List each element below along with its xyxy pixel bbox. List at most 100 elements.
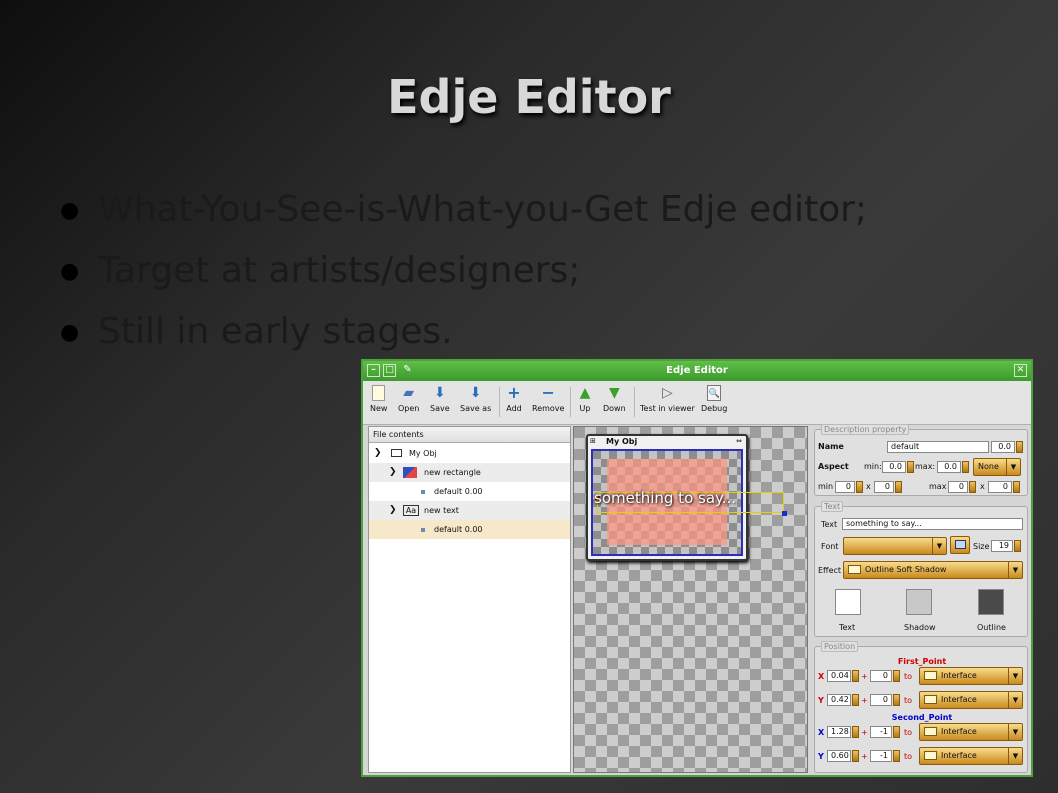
offset-input[interactable]: -1 <box>870 726 892 738</box>
position-title: Position <box>821 641 859 652</box>
tree-item-new-text[interactable]: ❯ Aa new text <box>369 501 570 520</box>
relative-spinner[interactable] <box>852 750 859 762</box>
effect-label: Effect <box>818 566 842 575</box>
relative-spinner[interactable] <box>852 670 859 682</box>
aspect-max-spinner[interactable] <box>962 461 969 473</box>
aspect-max-input[interactable]: 0.0 <box>937 461 961 473</box>
relative-spinner[interactable] <box>852 726 859 738</box>
test-in-viewer-button[interactable]: ▷ Test in viewer <box>640 385 695 413</box>
tree-item-state-selected[interactable]: default 0.00 <box>369 520 570 539</box>
to-label: to <box>904 696 913 705</box>
state-value-input[interactable]: 0.0 <box>991 441 1015 453</box>
to-label: to <box>904 752 913 761</box>
bullet-item: ● Target at artists/designers; <box>60 247 867 308</box>
effect-select[interactable]: Outline Soft Shadow ▼ <box>843 561 1023 579</box>
relative-to-select[interactable]: Interface ▼ <box>919 691 1023 709</box>
aspect-pref-select[interactable]: None ▼ <box>973 458 1021 476</box>
part-icon <box>924 751 937 760</box>
size-max-y-spinner[interactable] <box>1013 481 1020 493</box>
offset-spinner[interactable] <box>893 670 900 682</box>
size-max-x-spinner[interactable] <box>969 481 976 493</box>
window-titlebar[interactable]: – □ ✎ Edje Editor ✕ <box>363 361 1031 381</box>
relative-to-select[interactable]: Interface ▼ <box>919 667 1023 685</box>
remove-icon: − <box>541 383 555 402</box>
dropdown-icon: ▼ <box>1008 668 1022 684</box>
font-select[interactable]: ▼ <box>843 537 947 555</box>
description-group: Description property Name default 0.0 As… <box>814 424 1028 496</box>
relative-input[interactable]: 0.04 <box>827 670 851 682</box>
dropdown-icon: ▼ <box>1008 748 1022 764</box>
expand-chevron-icon[interactable]: ❯ <box>389 463 397 482</box>
part-icon <box>924 671 937 680</box>
size-min-x-input[interactable]: 0 <box>835 481 855 493</box>
down-button[interactable]: ▼ Down <box>603 385 626 413</box>
tree-item-state[interactable]: default 0.00 <box>369 482 570 501</box>
frame-handle-icon[interactable]: ⊞ <box>590 437 596 445</box>
outline-color-swatch[interactable] <box>978 589 1004 615</box>
aspect-min-spinner[interactable] <box>907 461 914 473</box>
up-button[interactable]: ▲ Up <box>577 385 593 413</box>
text-label: Text <box>821 520 838 529</box>
dropdown-icon: ▼ <box>1008 692 1022 708</box>
expand-chevron-icon[interactable]: ❯ <box>374 444 382 463</box>
font-browse-button[interactable] <box>950 536 970 554</box>
relative-to-select[interactable]: Interface ▼ <box>919 747 1023 765</box>
offset-spinner[interactable] <box>893 694 900 706</box>
add-button[interactable]: + Add <box>506 385 522 414</box>
size-input[interactable]: 19 <box>991 540 1013 552</box>
size-spinner[interactable] <box>1014 540 1021 552</box>
size-min-x-spinner[interactable] <box>856 481 863 493</box>
plus-label: + <box>861 672 868 681</box>
relative-input[interactable]: 1.28 <box>827 726 851 738</box>
text-part[interactable]: something to say... <box>594 489 736 507</box>
offset-spinner[interactable] <box>893 750 900 762</box>
aspect-min-input[interactable]: 0.0 <box>882 461 906 473</box>
bullet-icon: ● <box>60 198 80 223</box>
save-icon: ⬇ <box>433 385 446 401</box>
relative-spinner[interactable] <box>852 694 859 706</box>
remove-button[interactable]: − Remove <box>532 383 564 414</box>
toolbar-separator <box>499 387 500 417</box>
text-icon: Aa <box>403 505 419 516</box>
offset-input[interactable]: -1 <box>870 750 892 762</box>
text-color-swatch[interactable] <box>835 589 861 615</box>
name-input[interactable]: default <box>887 441 989 453</box>
aspect-label: Aspect <box>818 462 849 471</box>
edje-editor-window: – □ ✎ Edje Editor ✕ New ▰ Open ⬇ Save ⬇ Sav… <box>361 359 1033 777</box>
folder-open-icon: ▰ <box>403 385 415 401</box>
open-button[interactable]: ▰ Open <box>398 385 419 413</box>
shadow-color-label: Shadow <box>904 623 936 632</box>
frame-resize-icon[interactable]: ⇔ <box>736 437 742 445</box>
design-canvas[interactable]: My Obj ⊞ ⇔ something to say... <box>573 426 808 773</box>
axis-label: Y <box>818 696 824 705</box>
text-input[interactable]: something to say... <box>842 518 1023 530</box>
size-min-y-spinner[interactable] <box>895 481 902 493</box>
size-min-y-input[interactable]: 0 <box>874 481 894 493</box>
size-max-y-input[interactable]: 0 <box>988 481 1012 493</box>
relative-input[interactable]: 0.42 <box>827 694 851 706</box>
shadow-color-swatch[interactable] <box>906 589 932 615</box>
size-max-x-input[interactable]: 0 <box>948 481 968 493</box>
rel2-handle[interactable] <box>782 511 787 516</box>
close-icon[interactable]: ✕ <box>1014 364 1027 377</box>
save-as-button[interactable]: ⬇ Save as <box>460 385 491 413</box>
relative-to-select[interactable]: Interface ▼ <box>919 723 1023 741</box>
save-button[interactable]: ⬇ Save <box>430 385 450 413</box>
state-spinner[interactable] <box>1016 441 1023 453</box>
axis-label: X <box>818 728 825 737</box>
relative-input[interactable]: 0.60 <box>827 750 851 762</box>
new-button[interactable]: New <box>370 385 387 413</box>
properties-panel: Description property Name default 0.0 As… <box>811 424 1030 774</box>
offset-input[interactable]: 0 <box>870 694 892 706</box>
file-contents-panel: File contents ❯ My Obj ❯ new rectangle d… <box>368 426 571 773</box>
group-icon <box>391 449 402 457</box>
expand-chevron-icon[interactable]: ❯ <box>389 501 397 520</box>
offset-spinner[interactable] <box>893 726 900 738</box>
offset-input[interactable]: 0 <box>870 670 892 682</box>
tree-item-new-rectangle[interactable]: ❯ new rectangle <box>369 463 570 482</box>
text-group: Text Text something to say... Font ▼ Siz… <box>814 501 1028 637</box>
tree-item-my-obj[interactable]: ❯ My Obj <box>369 444 570 463</box>
bullet-item: ● What-You-See-is-What-you-Get Edje edito… <box>60 186 867 247</box>
debug-button[interactable]: 🔍 Debug <box>701 385 727 413</box>
effect-icon <box>848 565 861 574</box>
